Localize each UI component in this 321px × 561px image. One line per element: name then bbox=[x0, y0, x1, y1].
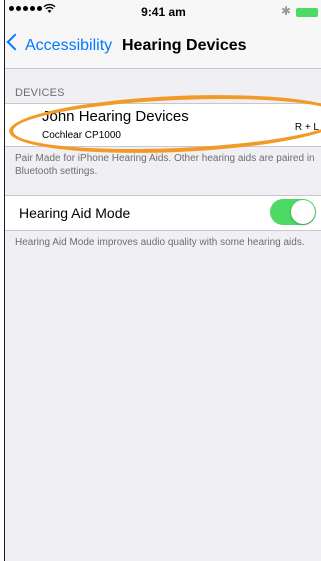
back-button[interactable]: Accessibility bbox=[25, 37, 112, 55]
status-bar: 9:41 am ✱ bbox=[5, 0, 321, 24]
devices-section-header: DEVICES bbox=[15, 87, 65, 99]
hearing-aid-mode-footer: Hearing Aid Mode improves audio quality … bbox=[15, 237, 305, 248]
hearing-aid-mode-label: Hearing Aid Mode bbox=[19, 205, 131, 221]
bluetooth-icon: ✱ bbox=[281, 4, 292, 18]
hearing-aid-mode-row: Hearing Aid Mode bbox=[5, 195, 321, 231]
navigation-bar: Accessibility Hearing Devices bbox=[5, 24, 321, 69]
chevron-left-icon[interactable] bbox=[6, 33, 24, 51]
page-title: Hearing Devices bbox=[122, 37, 247, 54]
toggle-knob bbox=[291, 200, 315, 224]
highlight-annotation bbox=[7, 88, 321, 160]
hearing-aid-mode-toggle[interactable] bbox=[270, 199, 316, 225]
devices-section-footer: Pair Made for iPhone Hearing Aids. Other… bbox=[15, 153, 315, 177]
status-time: 9:41 am bbox=[141, 5, 186, 19]
settings-screen: 9:41 am ✱ Accessibility Hearing Devices … bbox=[4, 0, 321, 561]
battery-icon bbox=[296, 8, 318, 17]
